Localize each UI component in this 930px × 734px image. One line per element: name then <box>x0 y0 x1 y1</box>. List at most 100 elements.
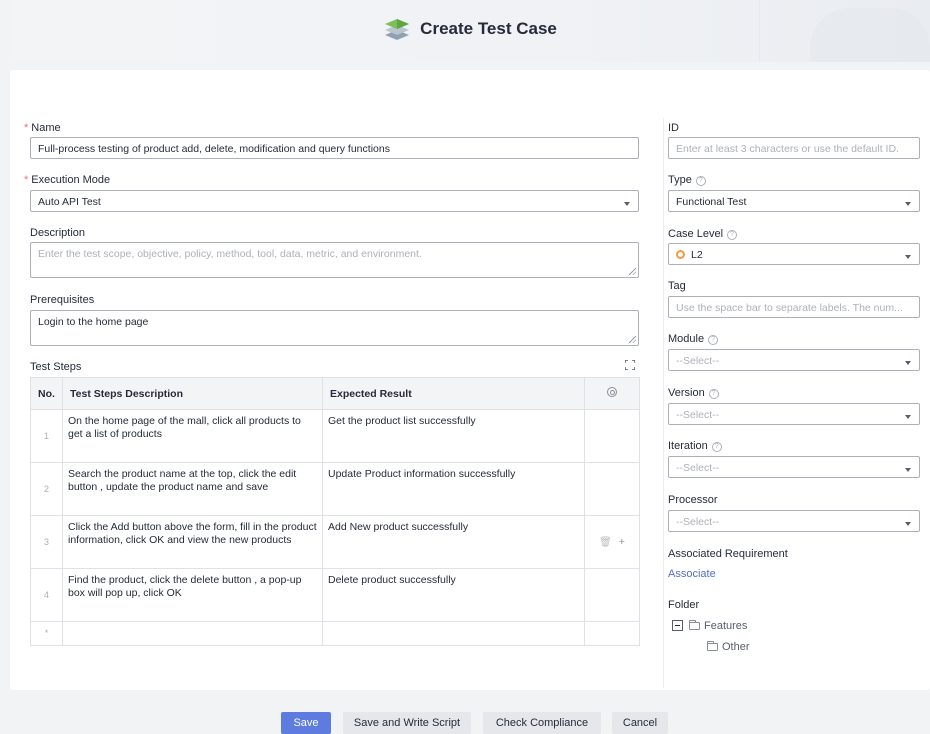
step-expected-result[interactable]: Delete product successfully <box>322 568 585 622</box>
iteration-select[interactable]: --Select-- <box>668 456 920 478</box>
gear-icon[interactable] <box>607 387 617 397</box>
step-number: 3 <box>30 515 63 569</box>
chevron-down-icon <box>905 468 911 472</box>
new-row-marker: * <box>30 621 63 646</box>
page-title: Create Test Case <box>420 19 557 38</box>
prerequisites-textarea[interactable]: Login to the home page <box>30 310 639 346</box>
execution-mode-select[interactable]: Auto API Test <box>30 190 639 212</box>
folder-child-label: Other <box>722 641 750 653</box>
column-header-expected: Expected Result <box>322 377 585 410</box>
layers-icon <box>385 19 410 40</box>
new-step-description[interactable] <box>62 621 323 646</box>
step-number: 1 <box>30 409 63 463</box>
type-label: Type? <box>668 174 706 186</box>
resize-handle-icon[interactable] <box>629 268 636 275</box>
version-select[interactable]: --Select-- <box>668 403 920 425</box>
prerequisites-value: Login to the home page <box>38 316 149 328</box>
step-description[interactable]: Find the product, click the delete butto… <box>62 568 323 622</box>
new-step-expected-result[interactable] <box>322 621 585 646</box>
case-level-value: L2 <box>691 249 703 261</box>
id-input[interactable]: Enter at least 3 characters or use the d… <box>668 137 920 159</box>
collapse-icon[interactable] <box>672 620 683 631</box>
step-description[interactable]: Click the Add button above the form, fil… <box>62 515 323 569</box>
processor-label: Processor <box>668 494 718 506</box>
new-step-row[interactable]: * <box>30 621 640 646</box>
chevron-down-icon <box>905 415 911 419</box>
execution-mode-label: * Execution Mode <box>24 174 110 186</box>
cancel-button[interactable]: Cancel <box>612 712 668 734</box>
table-header-row: No. Test Steps Description Expected Resu… <box>30 377 640 410</box>
id-label: ID <box>668 122 679 134</box>
associated-requirement-label: Associated Requirement <box>668 548 788 560</box>
folder-root-label: Features <box>704 620 748 632</box>
table-row: 2 Search the product name at the top, cl… <box>30 462 640 516</box>
step-actions <box>584 462 640 516</box>
save-and-write-script-button[interactable]: Save and Write Script <box>343 712 471 734</box>
table-row: 3 Click the Add button above the form, f… <box>30 515 640 569</box>
step-description[interactable]: Search the product name at the top, clic… <box>62 462 323 516</box>
footer-actions: Save Save and Write Script Check Complia… <box>0 712 930 734</box>
type-value: Functional Test <box>676 196 747 208</box>
module-label: Module? <box>668 333 719 345</box>
table-row: 1 On the home page of the mall, click al… <box>30 409 640 463</box>
column-divider <box>663 118 664 688</box>
step-expected-result[interactable]: Update Product information successfully <box>322 462 585 516</box>
execution-mode-value: Auto API Test <box>38 196 101 208</box>
associate-link[interactable]: Associate <box>668 568 716 580</box>
iteration-value: --Select-- <box>676 462 720 474</box>
version-value: --Select-- <box>676 409 720 421</box>
help-icon[interactable]: ? <box>695 176 706 186</box>
table-row: 4 Find the product, click the delete but… <box>30 568 640 622</box>
help-icon[interactable]: ? <box>711 442 722 452</box>
folder-icon <box>707 641 718 651</box>
form-card: * Name Full-process testing of product ad… <box>10 70 930 690</box>
required-mark: * <box>24 174 29 186</box>
column-settings-cell <box>584 377 640 410</box>
check-compliance-button[interactable]: Check Compliance <box>483 712 601 734</box>
required-mark: * <box>24 122 29 134</box>
description-placeholder: Enter the test scope, objective, policy,… <box>38 248 422 260</box>
case-level-label-text: Case Level <box>668 228 724 240</box>
column-header-description: Test Steps Description <box>62 377 323 410</box>
step-expected-result[interactable]: Add New product successfully <box>322 515 585 569</box>
description-textarea[interactable]: Enter the test scope, objective, policy,… <box>30 242 639 278</box>
fullscreen-icon[interactable] <box>625 360 635 370</box>
tag-input[interactable]: Use the space bar to separate labels. Th… <box>668 296 920 318</box>
column-header-no: No. <box>30 377 63 410</box>
help-icon[interactable]: ? <box>727 230 738 240</box>
prerequisites-label: Prerequisites <box>30 294 95 306</box>
name-input[interactable]: Full-process testing of product add, del… <box>30 137 639 159</box>
new-step-actions <box>584 621 640 646</box>
chevron-down-icon <box>905 522 911 526</box>
case-level-select[interactable]: L2 <box>668 243 920 265</box>
version-label: Version? <box>668 387 719 399</box>
version-label-text: Version <box>668 387 705 399</box>
folder-tree-child[interactable]: Other <box>707 641 750 653</box>
chevron-down-icon <box>624 202 630 206</box>
tag-placeholder: Use the space bar to separate labels. Th… <box>676 302 903 314</box>
step-expected-result[interactable]: Get the product list successfully <box>322 409 585 463</box>
case-level-label: Case Level? <box>668 228 738 240</box>
type-select[interactable]: Functional Test <box>668 190 920 212</box>
resize-handle-icon[interactable] <box>629 336 636 343</box>
iteration-label-text: Iteration <box>668 440 708 452</box>
processor-select[interactable]: --Select-- <box>668 510 920 532</box>
help-icon[interactable]: ? <box>708 335 719 345</box>
step-number: 2 <box>30 462 63 516</box>
chevron-down-icon <box>905 202 911 206</box>
description-label: Description <box>30 227 86 239</box>
folder-tree-root[interactable]: Features <box>672 620 747 632</box>
tag-label: Tag <box>668 280 686 292</box>
trash-icon[interactable]: 🗑 <box>599 537 612 548</box>
help-icon[interactable]: ? <box>708 389 719 399</box>
id-placeholder: Enter at least 3 characters or use the d… <box>676 143 899 155</box>
step-description[interactable]: On the home page of the mall, click all … <box>62 409 323 463</box>
page-title-wrap: Create Test Case <box>10 17 930 41</box>
module-select[interactable]: --Select-- <box>668 349 920 371</box>
page-header: Create Test Case <box>10 0 930 62</box>
name-label-text: Name <box>31 122 61 134</box>
save-button[interactable]: Save <box>281 712 331 734</box>
level-indicator-icon <box>676 250 685 259</box>
add-step-icon[interactable]: + <box>619 536 625 548</box>
module-label-text: Module <box>668 333 705 345</box>
